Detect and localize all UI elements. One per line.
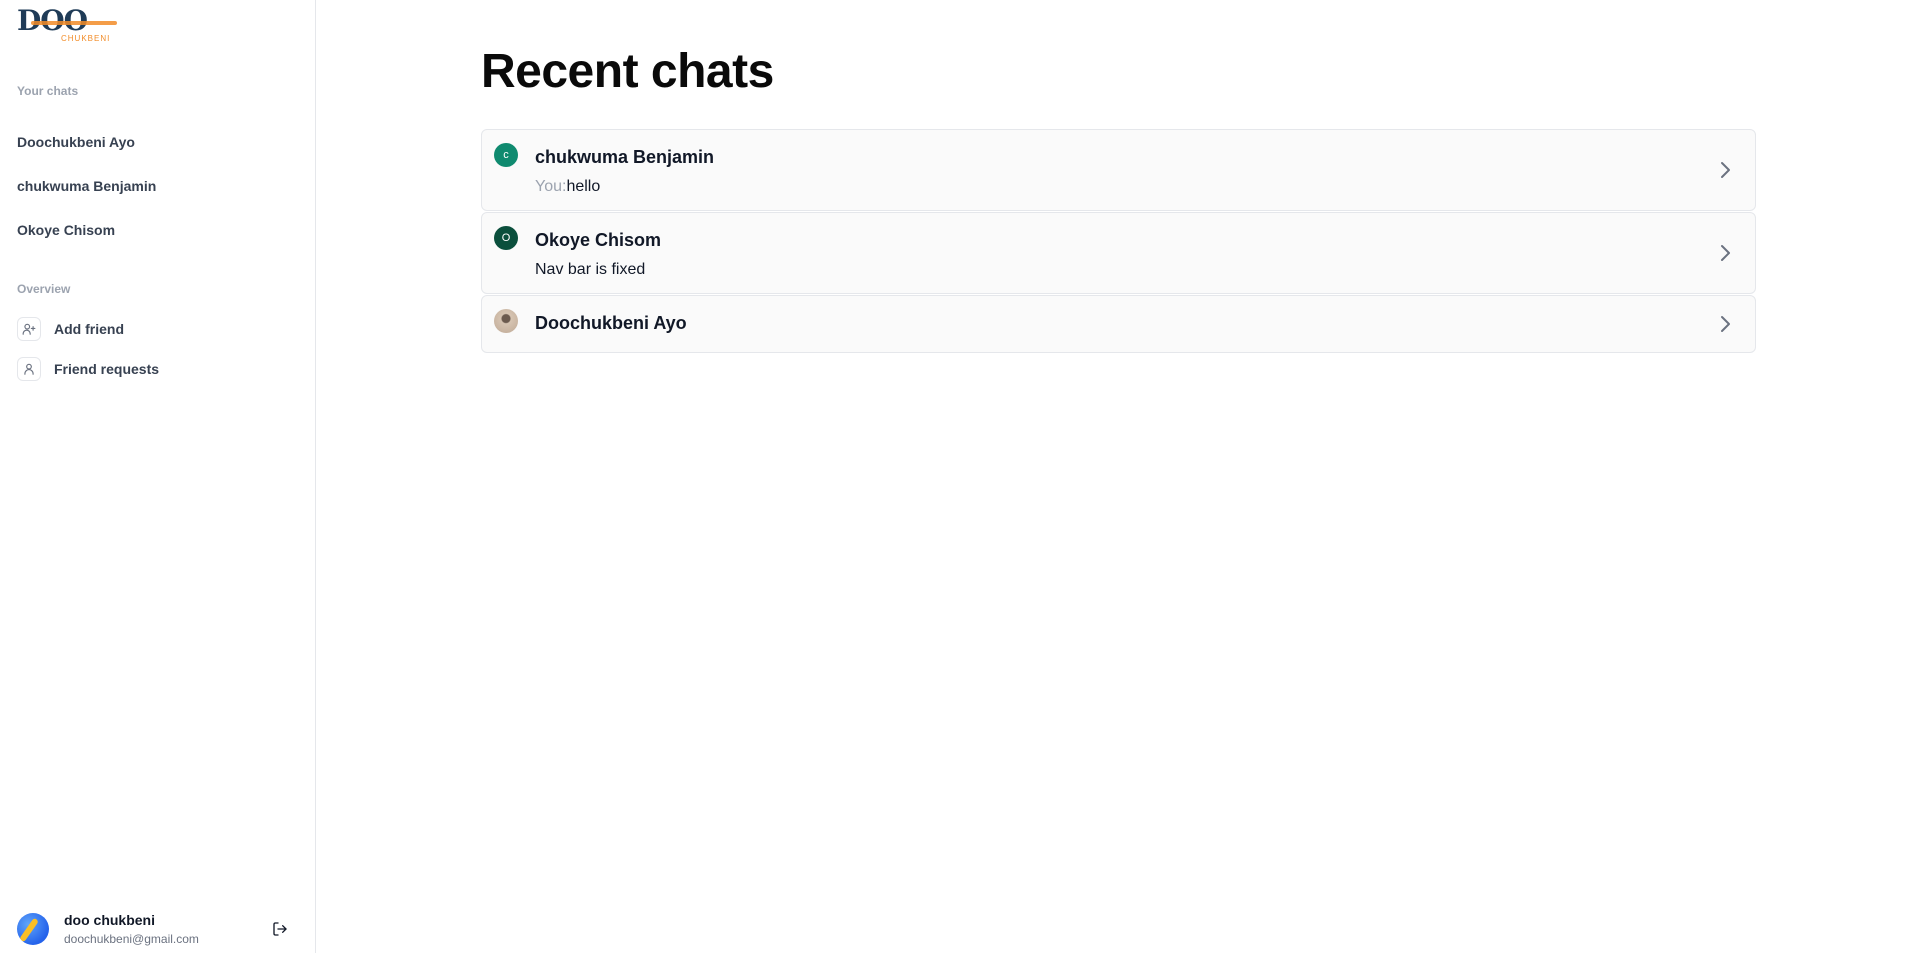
chat-last-message: You:hello — [535, 178, 600, 196]
avatar — [17, 913, 49, 945]
friend-requests-label: Friend requests — [54, 361, 160, 377]
add-friend-link[interactable]: Add friend — [17, 317, 124, 341]
chat-avatar: c — [494, 143, 518, 167]
sidebar-chat-chukwuma-benjamin[interactable]: chukwuma Benjamin — [17, 178, 156, 194]
sidebar-chat-doochukbeni-ayo[interactable]: Doochukbeni Ayo — [17, 134, 135, 150]
user-plus-icon — [17, 317, 41, 341]
logo-swoosh — [31, 21, 117, 25]
message-text: hello — [566, 178, 601, 195]
chevron-right-icon — [1721, 316, 1730, 332]
profile-text: doo chukbeni doochukbeni@gmail.com — [64, 911, 199, 947]
logout-button[interactable] — [268, 917, 292, 941]
chat-card-chukwuma-benjamin[interactable]: c chukwuma Benjamin You:hello — [481, 129, 1756, 211]
logout-icon — [273, 922, 287, 936]
avatar-decoration — [19, 917, 39, 943]
app-root: DOO CHUKBENI Your chats Doochukbeni Ayo … — [0, 0, 1911, 953]
message-text: Nav bar is fixed — [535, 261, 646, 278]
add-friend-label: Add friend — [54, 321, 124, 337]
user-profile: doo chukbeni doochukbeni@gmail.com — [17, 911, 298, 947]
chat-card-okoye-chisom[interactable]: O Okoye Chisom Nav bar is fixed — [481, 212, 1756, 294]
message-prefix: You: — [535, 178, 567, 195]
logo-mark: DOO — [17, 7, 117, 35]
friend-requests-link[interactable]: Friend requests — [17, 357, 159, 381]
chat-card-doochukbeni-ayo[interactable]: Doochukbeni Ayo — [481, 295, 1756, 353]
user-icon — [17, 357, 41, 381]
chat-avatar-photo — [494, 309, 518, 333]
recent-chats-list: c chukwuma Benjamin You:hello O Okoye Ch… — [481, 129, 1756, 354]
chevron-right-icon — [1721, 162, 1730, 178]
chat-name: Doochukbeni Ayo — [535, 313, 687, 333]
chat-name: chukwuma Benjamin — [535, 147, 715, 167]
your-chats-label: Your chats — [17, 84, 79, 98]
chat-last-message: Nav bar is fixed — [535, 261, 645, 279]
chat-name: Okoye Chisom — [535, 230, 662, 250]
profile-name: doo chukbeni — [64, 912, 155, 928]
main-content: Recent chats c chukwuma Benjamin You:hel… — [316, 0, 1911, 953]
page-title: Recent chats — [481, 45, 774, 98]
profile-email: doochukbeni@gmail.com — [64, 932, 199, 946]
overview-label: Overview — [17, 282, 71, 296]
chevron-right-icon — [1721, 245, 1730, 261]
logo[interactable]: DOO CHUKBENI — [17, 7, 119, 44]
chat-avatar: O — [494, 226, 518, 250]
sidebar-chat-okoye-chisom[interactable]: Okoye Chisom — [17, 222, 115, 238]
sidebar: DOO CHUKBENI Your chats Doochukbeni Ayo … — [0, 0, 316, 953]
